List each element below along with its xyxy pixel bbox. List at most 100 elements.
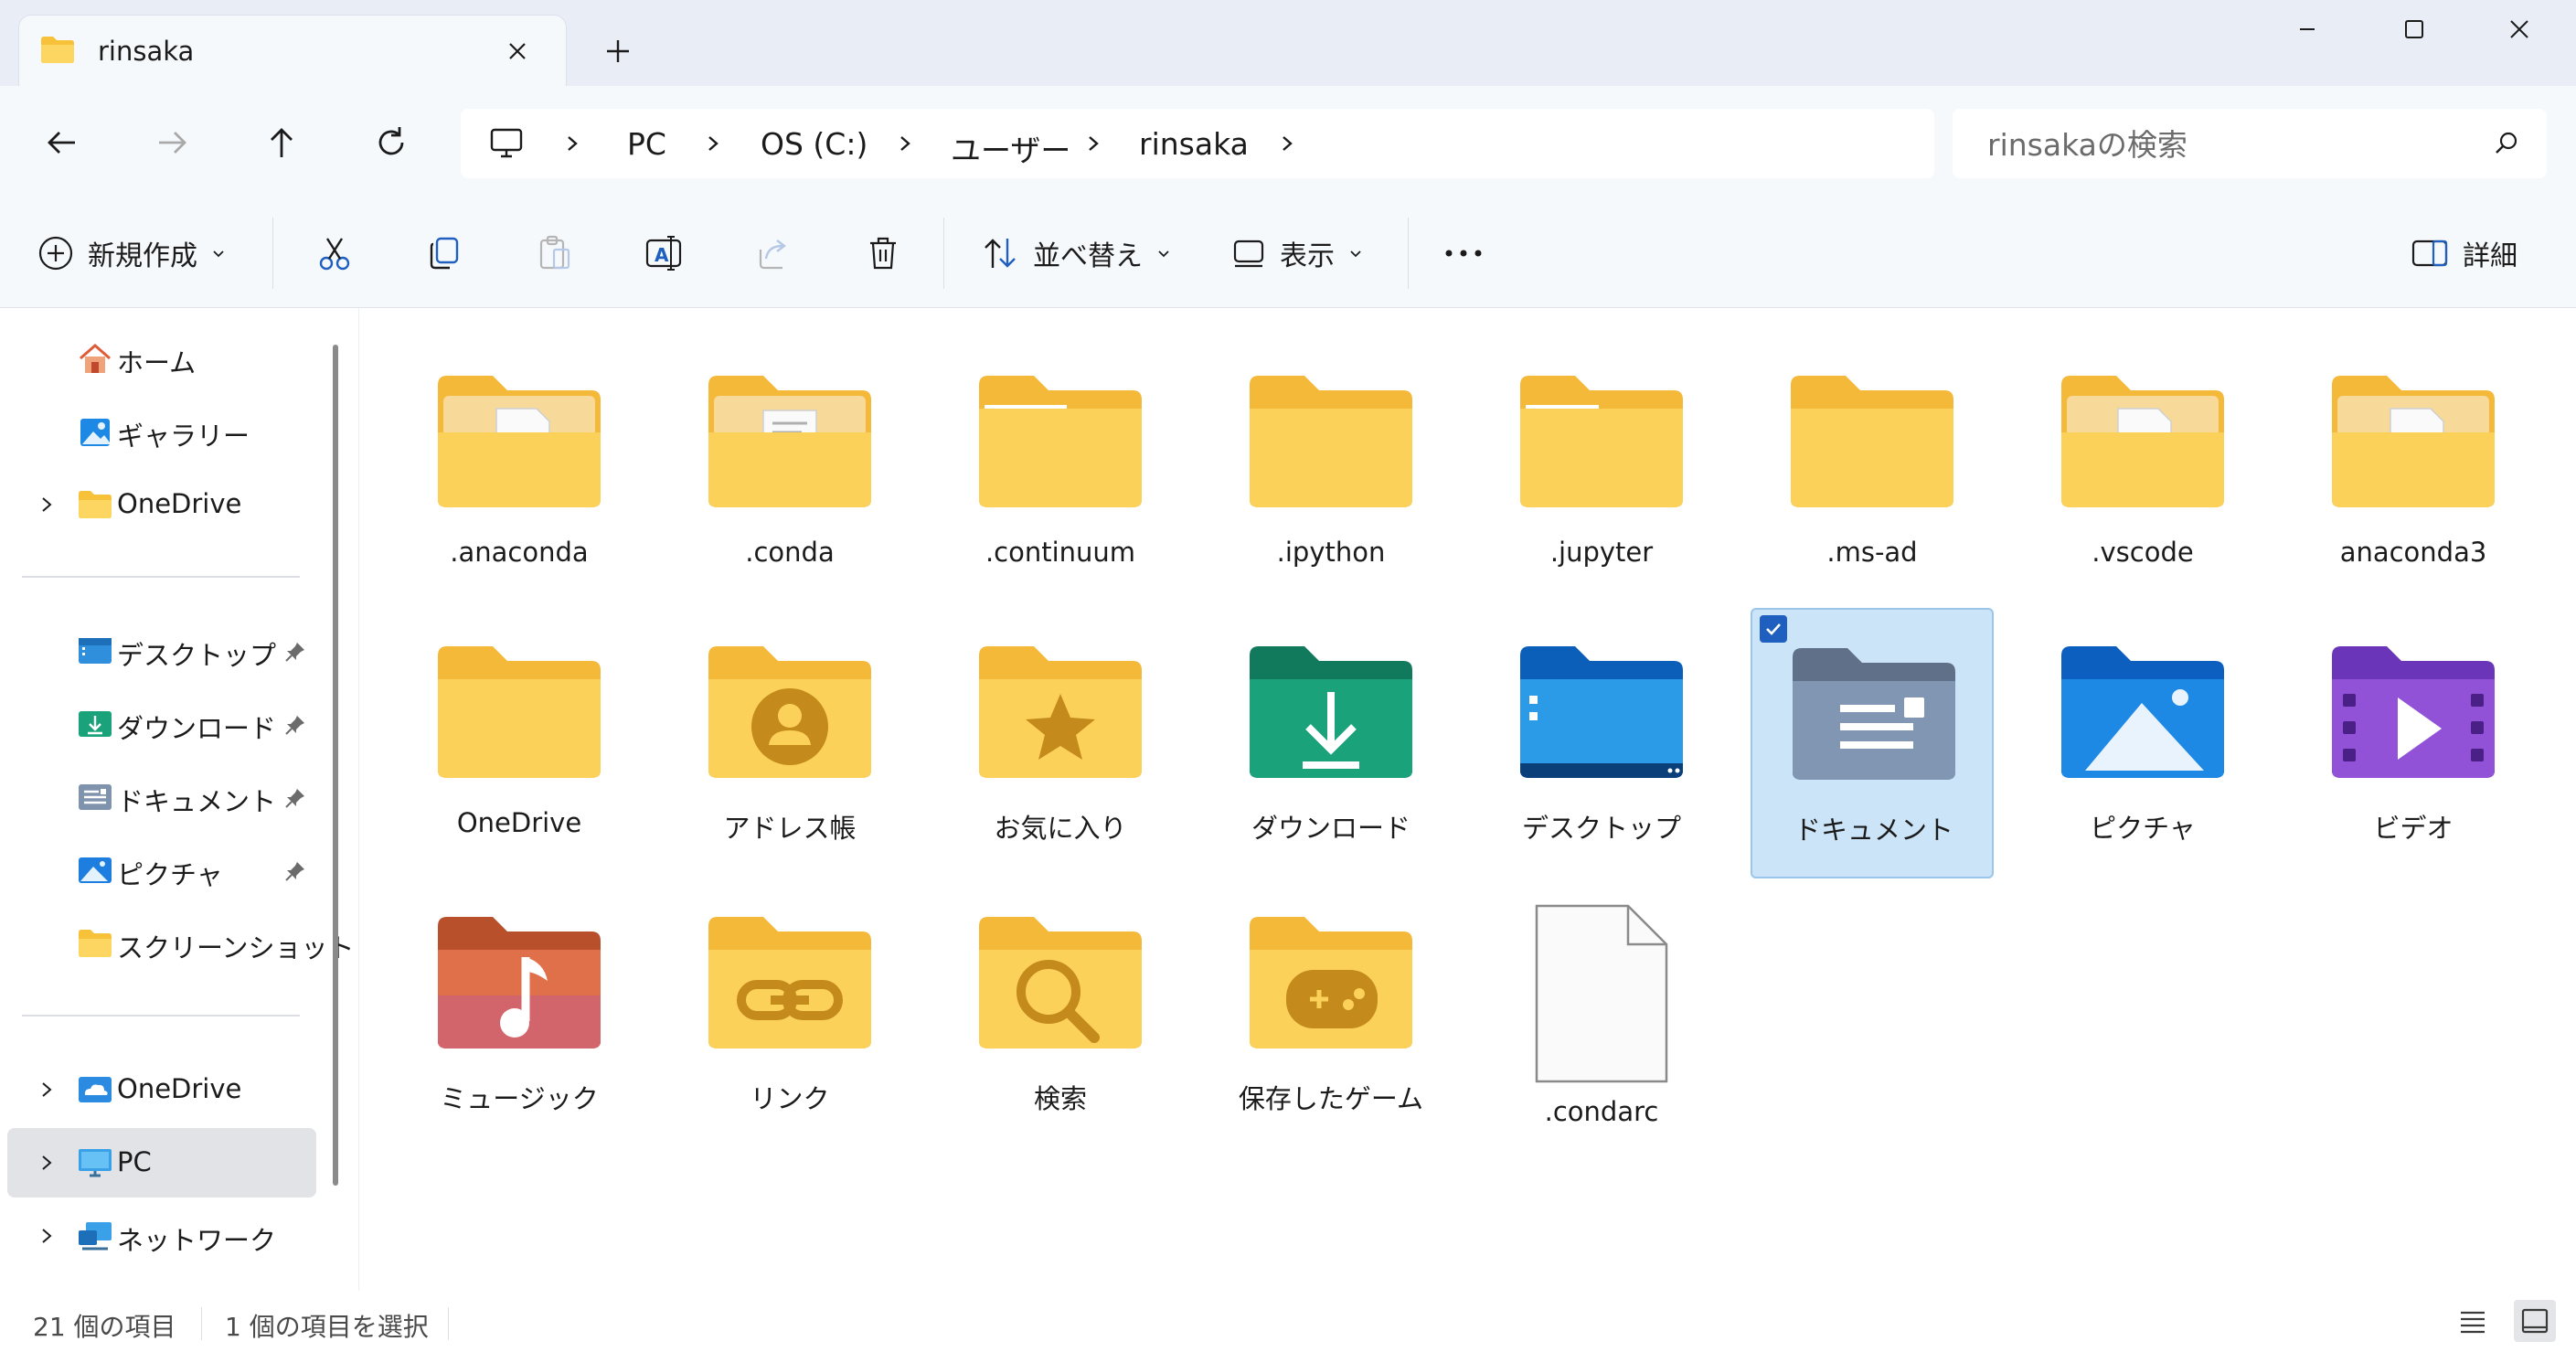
blank-file-icon xyxy=(1526,902,1677,1085)
folder-anaconda[interactable]: .anaconda xyxy=(398,337,641,608)
checkbox-checked-icon[interactable] xyxy=(1760,615,1787,643)
sidebar-item-downloads[interactable]: ダウンロード xyxy=(7,689,316,759)
folder-documents[interactable]: ドキュメント xyxy=(1751,608,1994,878)
pin-icon xyxy=(283,640,307,664)
delete-button[interactable] xyxy=(863,229,903,278)
share-button[interactable] xyxy=(753,229,793,278)
new-tab-button[interactable] xyxy=(603,37,633,66)
folder-icon xyxy=(975,372,1145,509)
sort-button[interactable]: 並べ替え xyxy=(980,229,1172,278)
close-tab-icon[interactable] xyxy=(504,37,531,65)
minimize-icon[interactable] xyxy=(2285,15,2329,44)
more-options-button[interactable] xyxy=(1442,229,1485,278)
pin-icon xyxy=(283,713,307,737)
gamepad-folder-icon xyxy=(1246,913,1416,1050)
sidebar-item-screenshots[interactable]: スクリーンショット xyxy=(7,909,355,978)
item-label: ダウンロード xyxy=(1251,813,1410,844)
chevron-right-icon[interactable] xyxy=(563,134,581,153)
chevron-right-icon[interactable] xyxy=(704,134,722,153)
search-icon[interactable] xyxy=(2492,129,2521,158)
search-box[interactable] xyxy=(1953,109,2547,178)
search-input[interactable] xyxy=(1985,120,2464,169)
desktop-folder-icon xyxy=(1517,643,1687,780)
maximize-icon[interactable] xyxy=(2391,15,2435,44)
chevron-right-icon[interactable] xyxy=(896,134,914,153)
view-button[interactable]: 表示 xyxy=(1230,229,1364,278)
folder-anaconda3[interactable]: anaconda3 xyxy=(2292,337,2535,608)
pictures-folder-icon xyxy=(2058,643,2228,780)
sidebar-item-network[interactable]: ネットワーク xyxy=(7,1201,316,1271)
folder-jupyter[interactable]: .jupyter xyxy=(1480,337,1723,608)
forward-arrow-icon[interactable] xyxy=(152,122,192,163)
breadcrumb-users[interactable]: ユーザー xyxy=(951,126,1070,170)
folder-continuum[interactable]: .continuum xyxy=(939,337,1182,608)
folder-ipython[interactable]: .ipython xyxy=(1209,337,1453,608)
folder-videos[interactable]: ビデオ xyxy=(2292,608,2535,878)
item-label: ビデオ xyxy=(2373,813,2454,844)
close-window-icon[interactable] xyxy=(2497,15,2541,44)
folder-ms-ad[interactable]: .ms-ad xyxy=(1751,337,1994,608)
chevron-right-icon[interactable] xyxy=(38,1227,55,1245)
chevron-right-icon[interactable] xyxy=(38,1081,55,1099)
chevron-right-icon[interactable] xyxy=(38,1154,55,1172)
breadcrumb-os-c[interactable]: OS (C:) xyxy=(761,126,868,162)
status-divider xyxy=(201,1307,202,1340)
sidebar-label-desktop: デスクトップ xyxy=(117,640,277,671)
svg-text:A: A xyxy=(655,244,669,266)
rename-button[interactable]: A xyxy=(644,229,684,278)
desktop-icon xyxy=(77,634,113,667)
folder-downloads[interactable]: ダウンロード xyxy=(1209,608,1453,878)
breadcrumb-pc[interactable]: PC xyxy=(627,126,666,162)
music-folder-icon xyxy=(434,913,604,1050)
sidebar-item-onedrive[interactable]: OneDrive xyxy=(7,1055,316,1124)
details-button[interactable]: 詳細 xyxy=(2410,229,2517,278)
status-divider xyxy=(448,1307,449,1340)
sidebar-scrollbar[interactable] xyxy=(333,345,338,1186)
folder-links[interactable]: リンク xyxy=(668,878,911,1149)
folder-onedrive[interactable]: OneDrive xyxy=(398,608,641,878)
file-condarc[interactable]: .condarc xyxy=(1480,878,1723,1149)
folder-contacts[interactable]: アドレス帳 xyxy=(668,608,911,878)
large-icons-view-icon[interactable] xyxy=(2514,1300,2556,1342)
cut-button[interactable] xyxy=(314,229,355,278)
sidebar-item-documents[interactable]: ドキュメント xyxy=(7,762,316,832)
plus-circle-icon xyxy=(37,234,75,272)
breadcrumb-rinsaka[interactable]: rinsaka xyxy=(1139,126,1249,162)
folder-pictures[interactable]: ピクチャ xyxy=(2021,608,2264,878)
copy-button[interactable] xyxy=(424,229,464,278)
folder-favorites[interactable]: お気に入り xyxy=(939,608,1182,878)
refresh-icon[interactable] xyxy=(371,122,411,163)
folder-icon xyxy=(1517,372,1687,509)
chevron-right-icon[interactable] xyxy=(1278,134,1296,153)
navigation-bar: PC OS (C:) ユーザー rinsaka xyxy=(0,86,2576,200)
new-label: 新規作成 xyxy=(88,240,197,272)
selected-count: 1 個の項目を選択 xyxy=(225,1312,429,1342)
folder-music[interactable]: ミュージック xyxy=(398,878,641,1149)
sidebar-item-onedrive-folder[interactable]: OneDrive xyxy=(7,470,316,539)
up-arrow-icon[interactable] xyxy=(261,122,302,163)
details-view-icon[interactable] xyxy=(2452,1300,2494,1342)
onedrive-cloud-icon xyxy=(77,1073,113,1106)
folder-saved-games[interactable]: 保存したゲーム xyxy=(1209,878,1453,1149)
sidebar-item-gallery[interactable]: ギャラリー xyxy=(7,397,316,466)
item-label: .condarc xyxy=(1544,1096,1659,1127)
back-arrow-icon[interactable] xyxy=(42,122,82,163)
folder-searches[interactable]: 検索 xyxy=(939,878,1182,1149)
sidebar-item-home[interactable]: ホーム xyxy=(7,324,316,393)
chevron-right-icon[interactable] xyxy=(1084,134,1102,153)
tab-rinsaka[interactable]: rinsaka xyxy=(18,15,567,86)
address-bar[interactable]: PC OS (C:) ユーザー rinsaka xyxy=(461,109,1934,178)
folder-desktop[interactable]: デスクトップ xyxy=(1480,608,1723,878)
sidebar-label-onedrive: OneDrive xyxy=(117,488,242,519)
item-label: .continuum xyxy=(985,537,1136,568)
paste-button[interactable] xyxy=(534,229,574,278)
folder-vscode[interactable]: { } .vscode xyxy=(2021,337,2264,608)
download-folder-icon xyxy=(1246,643,1416,780)
chevron-right-icon[interactable] xyxy=(38,495,55,514)
sidebar-label-network: ネットワーク xyxy=(117,1225,277,1256)
sidebar-item-pictures[interactable]: ピクチャ xyxy=(7,836,316,905)
sidebar-item-pc[interactable]: PC xyxy=(7,1128,316,1198)
folder-conda[interactable]: .conda xyxy=(668,337,911,608)
new-button[interactable]: 新規作成 xyxy=(37,229,227,278)
sidebar-item-desktop[interactable]: デスクトップ xyxy=(7,616,316,686)
